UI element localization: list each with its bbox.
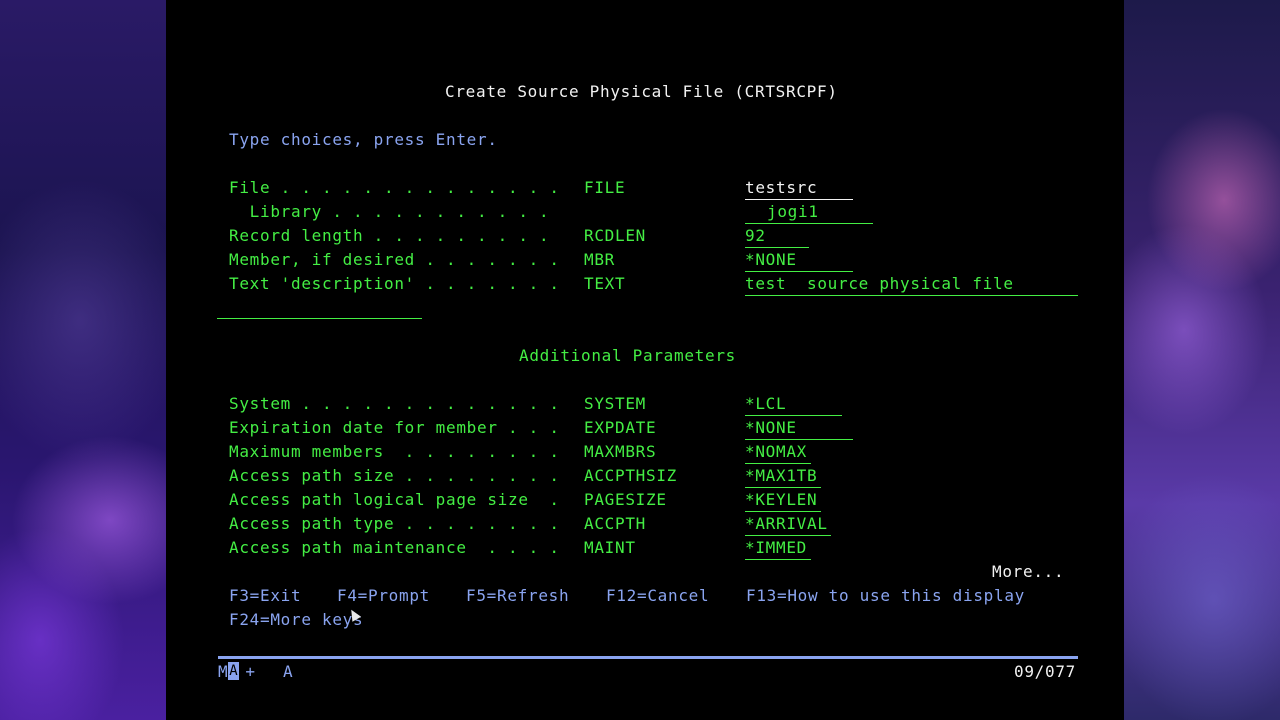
param-label-maxmbrs: Maximum members . . . . . . . . xyxy=(229,442,560,461)
more-indicator: More... xyxy=(992,562,1065,581)
param-keyword-maint: MAINT xyxy=(584,538,636,557)
access-path-maintenance-input[interactable]: *IMMED xyxy=(745,538,811,560)
param-keyword-file: FILE xyxy=(584,178,626,197)
param-label-library: Library . . . . . . . . . . . xyxy=(229,202,550,221)
access-path-type-input[interactable]: *ARRIVAL xyxy=(745,514,831,536)
status-prefix: M xyxy=(218,662,229,681)
text-description-input[interactable]: test source physical file xyxy=(745,274,1078,296)
record-length-input[interactable]: 92 xyxy=(745,226,809,248)
text-description-continuation[interactable] xyxy=(217,318,422,319)
function-key-f12[interactable]: F12=Cancel xyxy=(606,586,709,606)
function-key-f5[interactable]: F5=Refresh xyxy=(466,586,569,606)
function-key-f4[interactable]: F4=Prompt xyxy=(337,586,430,606)
file-input[interactable]: testsrc xyxy=(745,178,853,200)
text-cursor-icon: A xyxy=(228,662,240,680)
param-keyword-accpthsiz: ACCPTHSIZ xyxy=(584,466,677,485)
section-title: Additional Parameters xyxy=(519,346,736,365)
system-input[interactable]: *LCL xyxy=(745,394,842,416)
instructions: Type choices, press Enter. xyxy=(229,130,498,149)
left-wallpaper xyxy=(0,0,166,720)
param-keyword-expdate: EXPDATE xyxy=(584,418,657,437)
right-wallpaper xyxy=(1124,0,1280,720)
expiration-date-input[interactable]: *NONE xyxy=(745,418,853,440)
status-separator xyxy=(218,656,1078,659)
param-label-system: System . . . . . . . . . . . . . xyxy=(229,394,560,413)
param-label-accpth: Access path type . . . . . . . . xyxy=(229,514,560,533)
param-label-mbr: Member, if desired . . . . . . . xyxy=(229,250,560,269)
library-input[interactable]: jogi1 xyxy=(745,202,873,224)
status-indicator: + xyxy=(245,662,256,681)
status-left: MA + xyxy=(218,662,256,682)
param-label-maint: Access path maintenance . . . . xyxy=(229,538,560,557)
param-keyword-system: SYSTEM xyxy=(584,394,646,413)
library-value: jogi1 xyxy=(767,202,819,221)
member-input[interactable]: *NONE xyxy=(745,250,853,272)
param-keyword-mbr: MBR xyxy=(584,250,615,269)
param-keyword-rcdlen: RCDLEN xyxy=(584,226,646,245)
param-label-file: File . . . . . . . . . . . . . . xyxy=(229,178,560,197)
param-label-text: Text 'description' . . . . . . . xyxy=(229,274,560,293)
param-keyword-accpth: ACCPTH xyxy=(584,514,646,533)
param-keyword-maxmbrs: MAXMBRS xyxy=(584,442,657,461)
param-label-rcdlen: Record length . . . . . . . . . xyxy=(229,226,550,245)
status-mode: A xyxy=(283,662,294,681)
maximum-members-input[interactable]: *NOMAX xyxy=(745,442,811,464)
function-key-f13[interactable]: F13=How to use this display xyxy=(746,586,1025,606)
param-keyword-text: TEXT xyxy=(584,274,626,293)
page-size-input[interactable]: *KEYLEN xyxy=(745,490,821,512)
function-key-f3[interactable]: F3=Exit xyxy=(229,586,301,606)
cursor-position: 09/077 xyxy=(1014,662,1076,681)
param-keyword-pagesize: PAGESIZE xyxy=(584,490,667,509)
param-label-accpthsiz: Access path size . . . . . . . . xyxy=(229,466,560,485)
access-path-size-input[interactable]: *MAX1TB xyxy=(745,466,821,488)
param-label-pagesize: Access path logical page size . xyxy=(229,490,560,509)
param-label-expdate: Expiration date for member . . . xyxy=(229,418,560,437)
function-key-f24[interactable]: F24=More keys xyxy=(229,610,363,630)
screen-title: Create Source Physical File (CRTSRCPF) xyxy=(445,82,838,101)
